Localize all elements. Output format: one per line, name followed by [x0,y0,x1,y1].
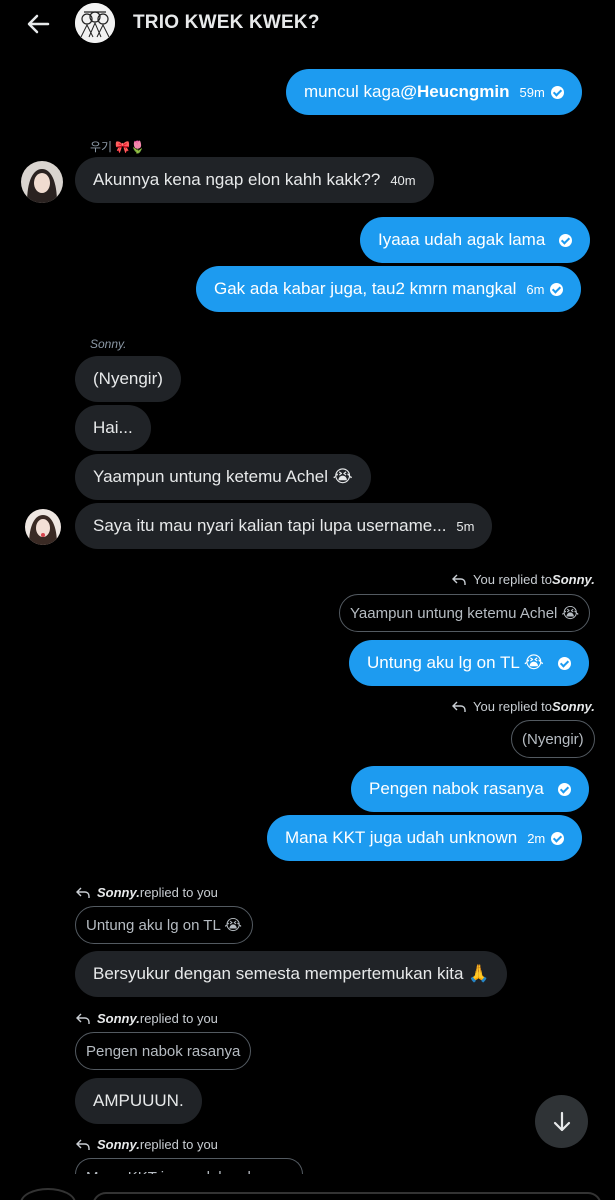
read-check-icon [550,282,564,296]
quoted-message[interactable]: (Nyengir) [511,720,595,758]
message-bubble-outgoing[interactable]: Iyaaa udah agak lama [360,217,591,263]
message-text: Akunnya kena ngap elon kahh kakk?? [93,170,381,189]
message-time: 5m [456,518,475,534]
reply-arrow-icon [76,1139,90,1150]
message-text: Pengen nabok rasanya [369,779,544,798]
reply-arrow-icon [452,574,466,585]
message-text: Saya itu mau nyari kalian tapi lupa user… [93,516,447,535]
quoted-message[interactable]: Pengen nabok rasanya [75,1032,252,1070]
message-bubble-incoming[interactable]: AMPUUUN. [75,1078,202,1124]
reply-arrow-icon [452,701,466,712]
read-check-icon [557,782,571,796]
reply-context: You replied to Sonny. [452,699,595,714]
quoted-message[interactable]: Yaampun untung ketemu Achel 😭 [339,594,591,632]
message-bubble-outgoing[interactable]: Pengen nabok rasanya [351,766,589,812]
user-avatar[interactable] [25,509,61,545]
message-text: (Nyengir) [93,369,163,388]
mention-link[interactable]: @Heucngmin [400,82,509,102]
composer-action-button[interactable] [20,1188,76,1200]
back-arrow-icon[interactable] [22,8,54,40]
message-text: Yaampun untung ketemu Achel 😭 [93,467,353,486]
message-text: muncul kaga [304,82,401,101]
read-check-icon [551,831,565,845]
message-text: Bersyukur dengan semesta mempertemukan k… [93,964,490,983]
message-time: 6m [526,281,545,297]
arrow-down-icon [553,1111,570,1131]
read-check-icon [550,85,564,99]
sender-name: 우기 🎀🌷 [90,140,146,154]
reply-context: You replied to Sonny. [452,572,595,587]
message-text: Untung aku lg on TL 😭 [367,653,544,672]
reply-arrow-icon [76,1013,90,1024]
reply-context: Sonny. replied to you [76,1011,218,1026]
message-bubble-incoming[interactable]: Bersyukur dengan semesta mempertemukan k… [75,951,508,997]
read-check-icon [557,656,571,670]
group-avatar[interactable] [75,3,115,43]
message-text: Iyaaa udah agak lama [378,230,546,249]
message-bubble-incoming[interactable]: Akunnya kena ngap elon kahh kakk?? 40m [75,157,434,203]
scroll-down-button[interactable] [535,1095,588,1148]
user-avatar[interactable] [21,161,63,203]
reply-arrow-icon [76,887,90,898]
message-bubble-outgoing[interactable]: Untung aku lg on TL 😭 [349,640,589,686]
reply-context: Sonny. replied to you [76,885,218,900]
message-bubble-incoming[interactable]: (Nyengir) [75,356,181,402]
chat-title: TRIO KWEK KWEK? [133,12,320,33]
chat-header: TRIO KWEK KWEK? [0,0,615,50]
message-input[interactable] [92,1192,602,1200]
message-time: 59m [519,84,545,100]
message-bubble-outgoing[interactable]: Gak ada kabar juga, tau2 kmrn mangkal 6m [196,266,582,312]
message-bubble-incoming[interactable]: Hai... [75,405,151,451]
message-bubble-incoming[interactable]: Saya itu mau nyari kalian tapi lupa user… [75,503,493,549]
message-text: Mana KKT juga udah unknown [285,828,518,847]
read-check-icon [559,233,573,247]
quoted-message[interactable]: Mana KKT juga udah unknown [75,1158,303,1174]
message-text: Gak ada kabar juga, tau2 kmrn mangkal [214,279,517,298]
message-bubble-outgoing[interactable]: muncul kaga @Heucngmin 59m [286,69,582,115]
sender-name: Sonny. [90,337,127,351]
quoted-message[interactable]: Untung aku lg on TL 😭 [75,906,253,944]
message-time: 40m [390,172,416,188]
reply-context: Sonny. replied to you [76,1137,218,1152]
message-bubble-outgoing[interactable]: Mana KKT juga udah unknown 2m [267,815,583,861]
message-text: Hai... [93,418,133,437]
message-bubble-incoming[interactable]: Yaampun untung ketemu Achel 😭 [75,454,371,500]
message-time: 2m [527,830,546,846]
message-text: AMPUUUN. [93,1091,184,1110]
